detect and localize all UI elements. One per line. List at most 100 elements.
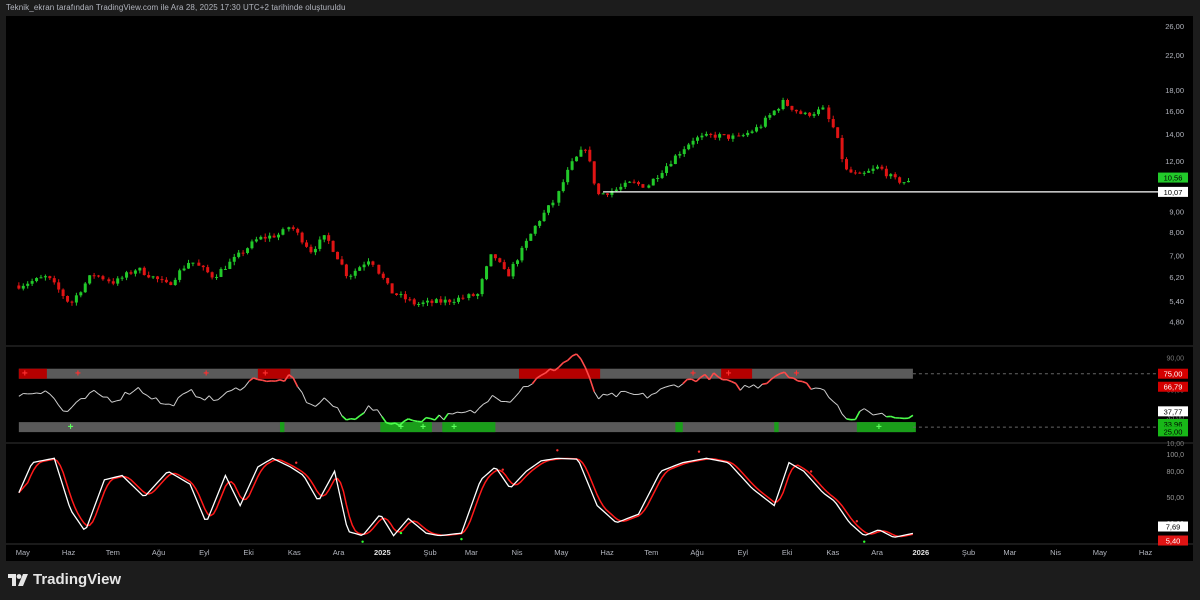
oscillator-line — [204, 395, 210, 401]
y-tick-label: 14,00 — [1165, 130, 1184, 139]
oscillator-line — [456, 411, 462, 414]
candle — [601, 193, 605, 195]
oscillator-line — [297, 386, 303, 393]
oscillator-line — [368, 405, 374, 411]
candle — [443, 299, 447, 303]
y-tick-label: 18,00 — [1165, 86, 1184, 95]
lower-band-signal — [856, 422, 916, 433]
candle — [781, 100, 785, 109]
oscillator-line — [669, 384, 675, 387]
candle — [755, 127, 759, 132]
y-tick-label: 22,00 — [1165, 51, 1184, 60]
oscillator-line — [173, 397, 179, 407]
oscillator-line — [474, 407, 480, 414]
oscillator-line — [120, 391, 126, 401]
oscillator-line — [496, 398, 502, 402]
candle — [467, 294, 471, 298]
candle — [336, 251, 340, 260]
stoch-k-line — [18, 457, 914, 538]
oscillator-line — [279, 379, 285, 383]
stoch-d-label: 5,40 — [1166, 537, 1181, 546]
candle — [300, 232, 304, 243]
candle — [713, 134, 717, 138]
oscillator-line — [810, 387, 816, 390]
oscillator-line — [492, 394, 498, 399]
candle — [461, 297, 465, 299]
stoch-marker-top — [855, 520, 859, 523]
oscillator-line — [531, 377, 538, 385]
lower-band-signal — [279, 422, 285, 433]
candle — [722, 134, 726, 136]
candle — [277, 234, 281, 238]
candle — [452, 301, 456, 303]
candle — [151, 276, 155, 278]
candle — [542, 212, 546, 222]
tradingview-logo[interactable]: TradingView — [8, 571, 121, 588]
candle — [583, 149, 587, 151]
y-tick-label: 6,20 — [1169, 273, 1184, 282]
oscillator-line — [301, 392, 308, 403]
oscillator-line — [908, 414, 914, 419]
oscillator-line — [797, 380, 803, 383]
signal-marker-bottom: + — [876, 422, 882, 433]
stoch-marker-bottom — [399, 531, 403, 535]
candle — [821, 107, 825, 110]
candle — [197, 262, 201, 266]
candle — [210, 272, 214, 278]
stoch-marker-top — [295, 461, 298, 464]
oscillator-line — [45, 390, 51, 395]
oscillator-line — [461, 411, 466, 414]
oscillator-line — [567, 355, 573, 361]
oscillator-line — [319, 397, 325, 404]
level-price-label: 10,07 — [1164, 188, 1183, 197]
last-price-label: 10,56 — [1164, 174, 1183, 183]
oscillator-line — [111, 400, 117, 403]
oscillator-line — [739, 385, 746, 391]
candle — [502, 262, 506, 270]
candle — [533, 225, 537, 234]
candle — [529, 233, 533, 241]
oscillator-line — [116, 399, 121, 402]
candle — [187, 262, 191, 269]
candle — [138, 267, 142, 271]
candle — [219, 269, 223, 277]
candle — [561, 182, 565, 192]
oscillator-line — [443, 413, 449, 421]
chart-svg[interactable]: 26,0022,0018,0016,0014,0012,0011,009,008… — [6, 16, 1193, 561]
candle — [665, 166, 669, 173]
oscillator-line — [217, 395, 223, 401]
oscillator-line — [841, 413, 847, 420]
x-tick-label: Ağu — [152, 548, 165, 557]
candle — [173, 279, 177, 285]
candle — [259, 236, 263, 240]
oscillator-line — [186, 389, 192, 393]
oscillator-line — [762, 382, 767, 385]
oscillator-line — [509, 397, 515, 403]
y-tick-label: 4,80 — [1169, 318, 1184, 327]
candle — [43, 276, 47, 278]
y-tick-label: 9,00 — [1169, 208, 1184, 217]
oscillator-line — [766, 378, 772, 385]
candle — [628, 181, 632, 183]
y-tick-label: 8,00 — [1169, 228, 1184, 237]
oscillator-line — [53, 398, 60, 406]
x-tick-label: Haz — [1139, 548, 1153, 557]
candle — [691, 140, 695, 145]
candle — [575, 156, 579, 162]
chart-area[interactable]: 26,0022,0018,0016,0014,0012,0011,009,008… — [6, 16, 1193, 561]
oscillator-line — [483, 401, 489, 405]
candle — [619, 186, 623, 190]
oscillator-line — [651, 392, 657, 395]
oscillator-line — [832, 401, 838, 406]
stoch-d-line — [18, 457, 914, 538]
oscillator-line — [177, 393, 183, 399]
osc-axis-label: 10,00 — [1166, 441, 1184, 448]
candle — [511, 263, 515, 277]
oscillator-line — [67, 406, 73, 412]
oscillator-line — [89, 389, 95, 394]
oscillator-line — [478, 403, 484, 409]
candle — [538, 221, 542, 226]
candle — [682, 149, 686, 155]
oscillator-line — [133, 387, 139, 392]
candle — [21, 285, 25, 289]
